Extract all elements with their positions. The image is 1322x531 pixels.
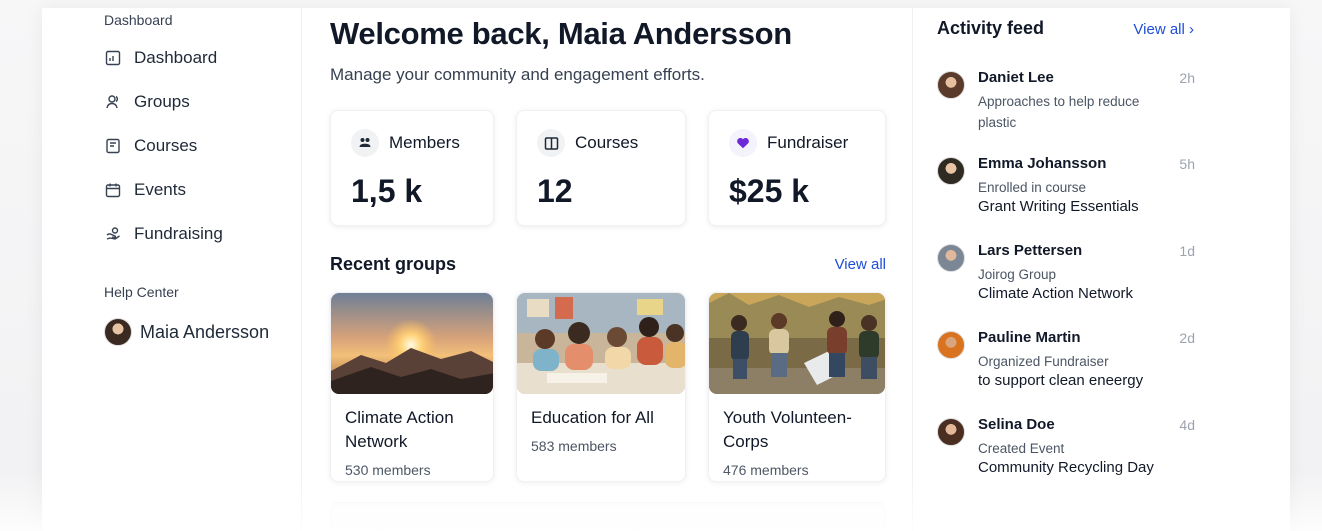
sidebar-item-label: Events xyxy=(134,180,186,199)
courses-icon xyxy=(104,137,122,155)
group-image-classroom xyxy=(517,293,685,394)
feed-action: Enrolled in course xyxy=(978,180,1087,195)
heart-icon xyxy=(729,129,757,157)
main-content: Welcome back, Maia Andersson Manage your… xyxy=(302,8,912,531)
group-name: Education for All xyxy=(531,408,654,427)
feed-user-name: Emma Johansson xyxy=(978,155,1107,172)
avatar xyxy=(937,331,965,359)
group-image-mountain-sunset xyxy=(331,293,493,394)
stat-value: 12 xyxy=(537,173,573,209)
group-image-volunteers xyxy=(709,293,885,394)
feed-time: 1d xyxy=(1179,243,1195,259)
feed-item[interactable]: Lars Pettersen 1d Joirog Group Climate A… xyxy=(937,242,1195,312)
feed-user-name: Pauline Martin xyxy=(978,329,1081,346)
sidebar-item-groups[interactable]: Groups xyxy=(104,89,190,115)
user-name: Maia Andersson xyxy=(140,321,270,342)
stat-card-courses[interactable]: Courses 12 xyxy=(516,110,686,226)
group-card-education[interactable]: Education for All 583 members xyxy=(516,292,686,482)
feed-user-name: Daniet Lee xyxy=(978,69,1054,86)
sidebar-item-label: Fundraising xyxy=(134,224,223,243)
recent-groups-view-all-link[interactable]: View all xyxy=(835,256,886,273)
sidebar-item-label: Courses xyxy=(134,136,198,155)
activity-feed: Activity feed View all › Daniet Lee 2h A… xyxy=(912,8,1218,531)
calendar-icon xyxy=(104,181,122,199)
next-section-preview xyxy=(330,502,886,531)
feed-item[interactable]: Pauline Martin 2d Organized Fundraiser t… xyxy=(937,329,1195,399)
group-member-count: 530 members xyxy=(345,462,431,478)
feed-time: 4d xyxy=(1179,417,1195,433)
feed-object: Grant Writing Essentials xyxy=(978,198,1139,215)
recent-groups-title: Recent groups xyxy=(330,254,457,274)
feed-action: Organized Fundraiser xyxy=(978,354,1109,369)
sidebar: Dashboard Dashboard Groups Courses Event… xyxy=(80,8,302,531)
stat-value: $25 k xyxy=(729,173,810,209)
avatar xyxy=(104,318,132,346)
page-subtitle: Manage your community and engagement eff… xyxy=(330,65,705,84)
activity-feed-title: Activity feed xyxy=(937,18,1045,38)
stat-card-fundraiser[interactable]: Fundraiser $25 k xyxy=(708,110,886,226)
feed-item[interactable]: Daniet Lee 2h Approaches to help reduce … xyxy=(937,69,1195,139)
group-member-count: 583 members xyxy=(531,438,617,454)
feed-object: Community Recycling Day xyxy=(978,459,1154,476)
avatar xyxy=(937,157,965,185)
stat-label: Courses xyxy=(575,133,639,152)
avatar xyxy=(937,418,965,446)
sidebar-user[interactable]: Maia Andersson xyxy=(104,318,269,346)
group-member-count: 476 members xyxy=(723,462,809,478)
avatar xyxy=(937,244,965,272)
group-name: Climate Action Network xyxy=(345,408,454,451)
dashboard-icon xyxy=(104,49,122,67)
feed-user-name: Lars Pettersen xyxy=(978,242,1083,259)
members-icon xyxy=(351,129,379,157)
feed-action: Approaches to help reduce plastic xyxy=(978,94,1140,130)
activity-view-all-link[interactable]: View all › xyxy=(1133,21,1194,38)
sidebar-item-label: Groups xyxy=(134,92,190,111)
sidebar-section-help: Help Center xyxy=(104,284,179,300)
feed-time: 2d xyxy=(1179,330,1195,346)
stat-value: 1,5 k xyxy=(351,173,423,209)
feed-item[interactable]: Selina Doe 4d Created Event Community Re… xyxy=(937,416,1195,486)
sidebar-item-fundraising[interactable]: Fundraising xyxy=(104,221,223,247)
sidebar-item-events[interactable]: Events xyxy=(104,177,186,203)
fundraising-icon xyxy=(104,225,122,243)
groups-icon xyxy=(104,93,122,111)
sidebar-item-courses[interactable]: Courses xyxy=(104,133,197,159)
sidebar-section-dashboard: Dashboard xyxy=(104,12,173,28)
avatar xyxy=(937,71,965,99)
sidebar-item-dashboard[interactable]: Dashboard xyxy=(104,45,217,71)
feed-object: to support clean eneergy xyxy=(978,372,1144,389)
page-title: Welcome back, Maia Andersson xyxy=(330,16,792,51)
feed-object: Climate Action Network xyxy=(978,285,1134,302)
stat-label: Fundraiser xyxy=(767,133,849,152)
sidebar-item-label: Dashboard xyxy=(134,48,218,67)
group-card-youth[interactable]: Youth Volunteen-Corps 476 members xyxy=(708,292,886,482)
stat-label: Members xyxy=(389,133,460,152)
feed-time: 5h xyxy=(1179,156,1195,172)
book-icon xyxy=(537,129,565,157)
feed-action: Created Event xyxy=(978,441,1065,456)
feed-time: 2h xyxy=(1179,70,1195,86)
group-card-climate[interactable]: Climate Action Network 530 members xyxy=(330,292,494,482)
feed-action: Joirog Group xyxy=(978,267,1057,282)
group-name: Youth Volunteen-Corps xyxy=(723,408,852,451)
feed-user-name: Selina Doe xyxy=(978,416,1055,433)
feed-item[interactable]: Emma Johansson 5h Enrolled in course Gra… xyxy=(937,155,1195,225)
stat-card-members[interactable]: Members 1,5 k xyxy=(330,110,494,226)
